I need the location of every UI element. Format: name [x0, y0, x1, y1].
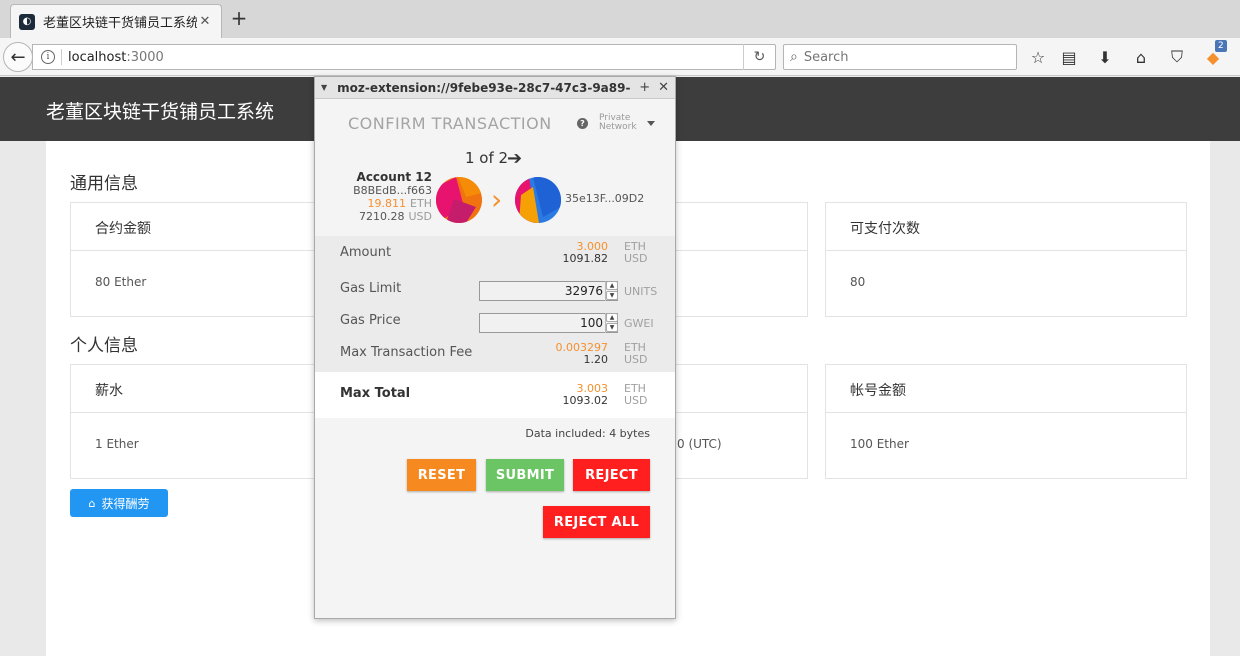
- browser-tab[interactable]: ◐ 老董区块链干货铺员工系统 ✕: [10, 4, 222, 38]
- network-line2: Network: [599, 122, 637, 132]
- amount-usd: 1091.82: [562, 252, 609, 265]
- home-icon[interactable]: ⌂: [1130, 46, 1152, 68]
- max-fee-row: Max Transaction Fee 0.003297 1.20 ETH US…: [315, 336, 675, 372]
- help-icon[interactable]: ?: [577, 118, 588, 129]
- submit-button[interactable]: SUBMIT: [486, 459, 564, 491]
- tab-title: 老董区块链干货铺员工系统: [43, 16, 197, 31]
- card-label: 可支付次数: [826, 203, 1186, 251]
- card-value: 100 Ether: [850, 437, 909, 451]
- site-info-icon[interactable]: i: [41, 50, 55, 64]
- from-usd-balance: 7210.28: [358, 210, 405, 223]
- back-button[interactable]: ←: [3, 42, 33, 72]
- reset-button[interactable]: RESET: [407, 459, 476, 491]
- gas-limit-input[interactable]: 32976: [479, 281, 618, 301]
- from-usd-unit: USD: [408, 210, 432, 223]
- search-bar[interactable]: ⌕: [783, 44, 1017, 70]
- stepper-down-icon[interactable]: ▼: [606, 291, 618, 300]
- confirm-transaction-title: CONFIRM TRANSACTION: [348, 114, 552, 133]
- popup-titlebar: ▼ moz-extension://9febe93e-28c7-47c3-9a8…: [315, 77, 675, 99]
- pocket-icon[interactable]: ⛉: [1166, 46, 1188, 68]
- max-total-row: Max Total 3.003 1093.02 ETH USD: [315, 372, 675, 418]
- amount-label: Amount: [340, 245, 392, 260]
- stepper-up-icon[interactable]: ▲: [606, 313, 618, 322]
- gas-price-input[interactable]: 100: [479, 313, 618, 333]
- transaction-details: Amount 3.000 1091.82 ETH USD Gas Limit 3…: [315, 236, 675, 418]
- gas-price-unit: GWEI: [624, 317, 654, 330]
- card-label: 帐号金额: [826, 365, 1186, 413]
- search-icon: ⌕: [790, 49, 798, 65]
- new-tab-button[interactable]: +: [228, 8, 250, 30]
- amount-value: 3.000 1091.82: [563, 241, 609, 265]
- amount-units: ETH USD: [624, 241, 648, 265]
- general-info-title: 通用信息: [70, 174, 138, 194]
- download-icon[interactable]: ⬇: [1094, 46, 1116, 68]
- close-popup-icon[interactable]: ✕: [658, 80, 669, 95]
- extension-url: moz-extension://9febe93e-28c7-47c3-9a89-…: [337, 80, 631, 95]
- popup-menu-icon[interactable]: ▼: [321, 83, 327, 92]
- network-caret-icon[interactable]: [647, 121, 655, 126]
- from-eth-unit: ETH: [410, 197, 432, 210]
- max-fee-usd: 1.20: [583, 353, 609, 366]
- max-total-value: 3.003 1093.02: [563, 383, 609, 407]
- gas-limit-row: Gas Limit 32976 ▲ ▼ UNITS: [315, 272, 675, 304]
- to-identicon: [515, 177, 561, 223]
- max-total-label: Max Total: [340, 386, 411, 401]
- network-selector[interactable]: Private Network: [599, 114, 637, 132]
- reject-button[interactable]: REJECT: [573, 459, 650, 491]
- tx-pager: 1 of 2: [465, 149, 509, 167]
- from-address: B8BEdB...f663: [353, 184, 432, 197]
- amount-usd-unit: USD: [624, 252, 648, 265]
- to-address: 35e13F...09D2: [565, 192, 645, 205]
- transfer-arrow-icon: ›: [491, 183, 503, 216]
- site-favicon-icon: ◐: [19, 13, 35, 30]
- max-fee-units: ETH USD: [624, 342, 648, 366]
- back-arrow-icon: ←: [10, 46, 26, 68]
- gas-limit-label: Gas Limit: [340, 281, 402, 296]
- url-bar[interactable]: i localhost:3000 ↻: [32, 44, 776, 70]
- max-fee-value: 0.003297 1.20: [556, 342, 609, 366]
- url-host: localhost: [68, 49, 127, 65]
- home-icon: ⌂: [88, 496, 96, 510]
- get-paid-button[interactable]: ⌂ 获得酬劳: [70, 489, 168, 517]
- metamask-popup: ▼ moz-extension://9febe93e-28c7-47c3-9a8…: [314, 76, 676, 619]
- card-value: 80: [850, 275, 866, 289]
- from-account-name: Account 12: [356, 170, 432, 184]
- gas-price-label: Gas Price: [340, 313, 401, 328]
- from-account: Account 12 B8BEdB...f663 19.811 ETH 7210.…: [353, 170, 432, 224]
- data-included-text: Data included: 4 bytes: [525, 427, 650, 440]
- tab-close-icon[interactable]: ✕: [197, 14, 213, 29]
- pin-icon[interactable]: +: [639, 80, 650, 95]
- reload-icon[interactable]: ↻: [743, 44, 775, 70]
- gas-limit-stepper[interactable]: ▲ ▼: [605, 281, 618, 301]
- get-paid-label: 获得酬劳: [101, 496, 150, 511]
- personal-info-title: 个人信息: [70, 336, 138, 356]
- url-separator: [61, 49, 62, 65]
- max-total-usd: 1093.02: [562, 394, 609, 407]
- account-balance-card: 帐号金额 100 Ether: [825, 364, 1187, 479]
- payable-times-card: 可支付次数 80: [825, 202, 1187, 317]
- max-total-usd-unit: USD: [624, 394, 648, 407]
- from-eth-balance: 19.811: [367, 197, 407, 210]
- gas-price-row: Gas Price 100 ▲ ▼ GWEI: [315, 304, 675, 336]
- from-identicon: [436, 177, 482, 223]
- max-fee-usd-unit: USD: [624, 353, 648, 366]
- reject-all-button[interactable]: REJECT ALL: [543, 506, 650, 538]
- max-total-units: ETH USD: [624, 383, 648, 407]
- notification-badge: 2: [1215, 40, 1227, 52]
- search-input[interactable]: [803, 49, 994, 65]
- tab-bar: ◐ 老董区块链干货铺员工系统 ✕ +: [0, 0, 1240, 38]
- stepper-down-icon[interactable]: ▼: [606, 323, 618, 332]
- reading-list-icon[interactable]: ▤: [1058, 46, 1080, 68]
- url-text[interactable]: localhost:3000: [68, 50, 743, 65]
- gas-limit-unit: UNITS: [624, 285, 658, 298]
- stepper-up-icon[interactable]: ▲: [606, 281, 618, 290]
- url-port: :3000: [126, 49, 164, 65]
- nav-bar: ← i localhost:3000 ↻ ⌕ ☆ ▤ ⬇ ⌂ ⛉ ◆ 2: [0, 38, 1240, 76]
- app-title: 老董区块链干货铺员工系统: [46, 101, 275, 123]
- amount-row: Amount 3.000 1091.82 ETH USD: [315, 236, 675, 272]
- gas-price-stepper[interactable]: ▲ ▼: [605, 313, 618, 333]
- max-fee-label: Max Transaction Fee: [340, 345, 473, 360]
- next-tx-arrow-icon[interactable]: ➔: [507, 148, 522, 169]
- bookmark-star-icon[interactable]: ☆: [1027, 46, 1049, 68]
